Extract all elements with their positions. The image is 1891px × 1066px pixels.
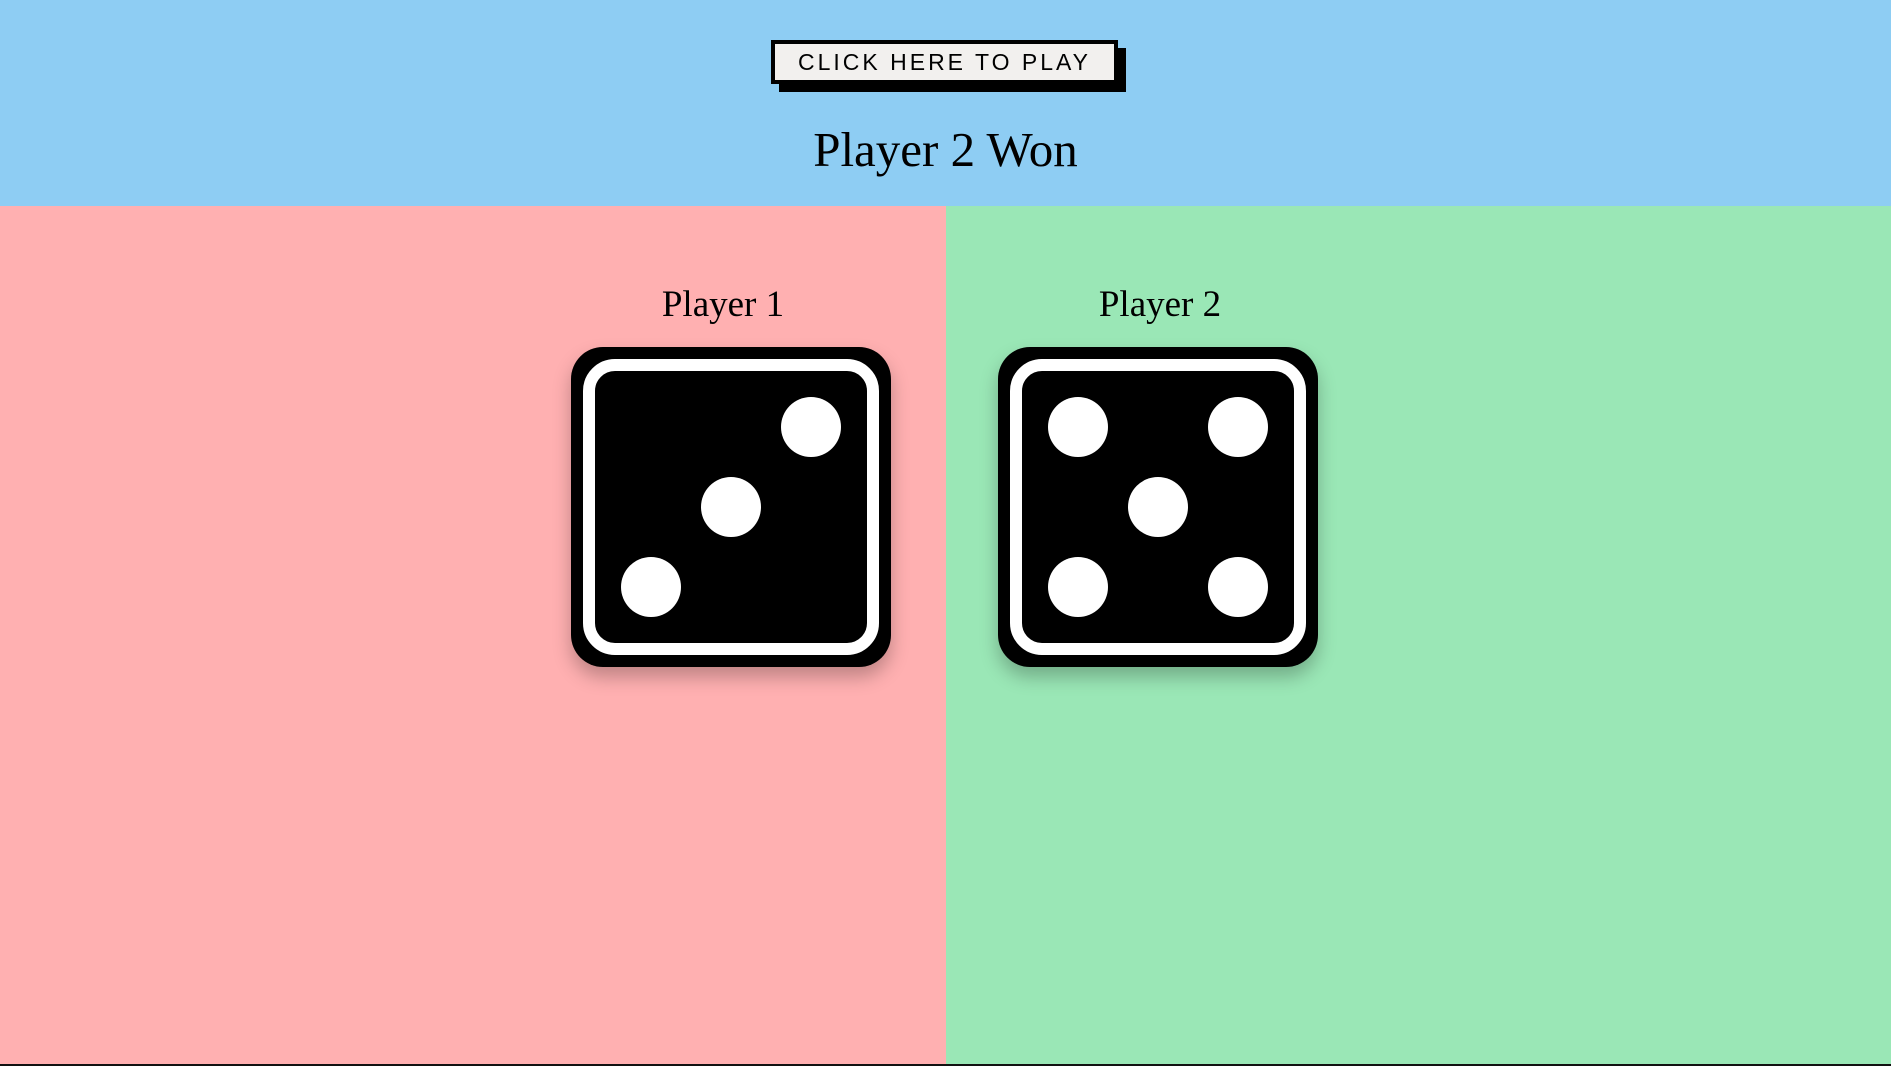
player1-die-icon — [571, 347, 891, 667]
play-button[interactable]: CLICK HERE TO PLAY — [771, 40, 1118, 84]
player1-die — [571, 347, 891, 667]
player2-label: Player 2 — [1098, 284, 1222, 325]
die-pip — [781, 397, 841, 457]
die-pip — [1208, 397, 1268, 457]
die-pip — [621, 557, 681, 617]
die-pip — [1048, 557, 1108, 617]
die-pip — [1048, 397, 1108, 457]
player2-die-icon — [998, 347, 1318, 667]
player2-die — [998, 347, 1318, 667]
die-pip — [701, 477, 761, 537]
die-pip — [1208, 557, 1268, 617]
result-title: Player 2 Won — [813, 122, 1078, 177]
die-pip — [1128, 477, 1188, 537]
header-banner: CLICK HERE TO PLAY Player 2 Won — [0, 0, 1891, 206]
player1-label: Player 1 — [661, 284, 785, 325]
